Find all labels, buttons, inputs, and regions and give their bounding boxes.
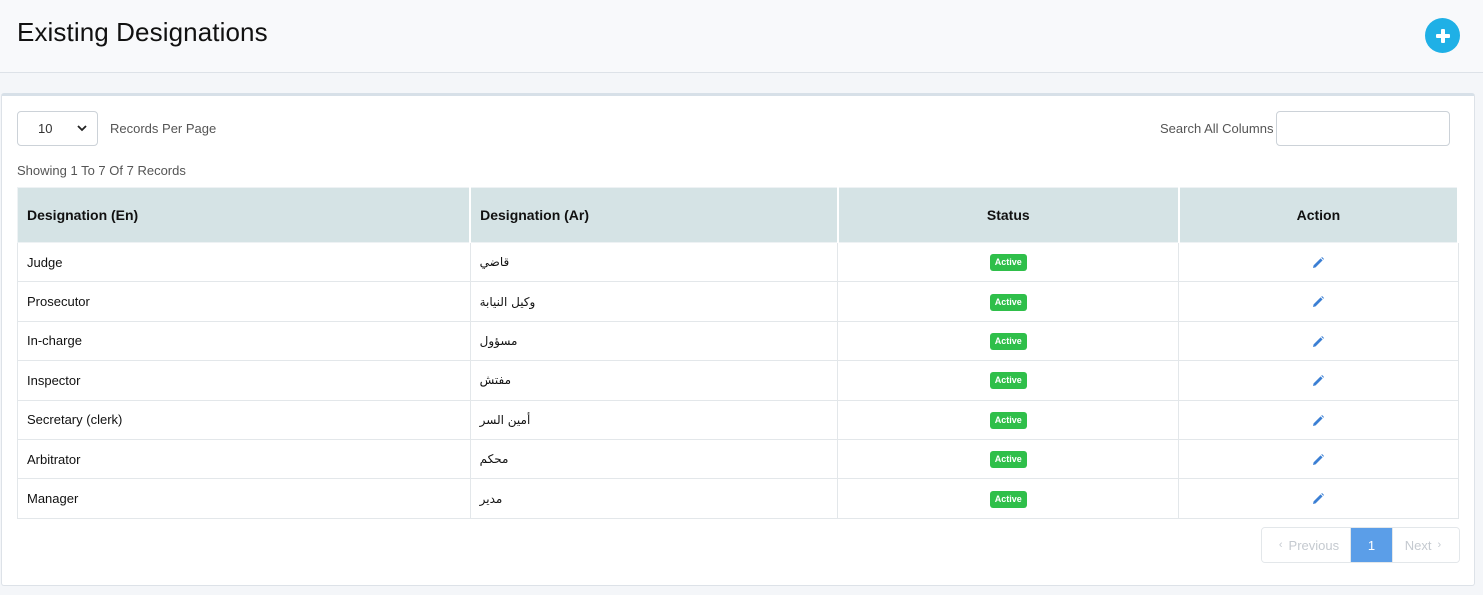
status-cell: Active xyxy=(837,320,1180,362)
table-row: In-charge مسؤول Active xyxy=(17,320,1459,362)
status-badge: Active xyxy=(989,293,1027,311)
table-row: Arbitrator محكم Active xyxy=(17,438,1459,480)
status-cell: Active xyxy=(837,360,1180,401)
designation-en-cell: Arbitrator xyxy=(17,438,471,480)
pencil-icon[interactable] xyxy=(1311,335,1325,349)
status-cell: Active xyxy=(837,399,1180,440)
designation-en-cell: In-charge xyxy=(17,320,471,362)
page-header: Existing Designations xyxy=(0,0,1483,73)
table-row: Judge قاضي Active xyxy=(17,241,1459,283)
pencil-icon[interactable] xyxy=(1311,374,1325,388)
designation-en-cell: Secretary (clerk) xyxy=(17,399,471,440)
previous-label: Previous xyxy=(1288,537,1340,553)
designation-ar-text: مسؤول xyxy=(479,333,518,348)
action-cell xyxy=(1178,241,1459,283)
designation-en-cell: Judge xyxy=(17,241,471,283)
status-cell: Active xyxy=(837,478,1180,519)
pencil-icon[interactable] xyxy=(1311,492,1325,506)
status-cell: Active xyxy=(837,438,1180,480)
column-header-status[interactable]: Status xyxy=(837,187,1180,243)
action-cell xyxy=(1178,360,1459,401)
status-badge: Active xyxy=(989,254,1027,272)
records-per-page-value: 10 xyxy=(38,121,53,136)
status-badge: Active xyxy=(989,490,1027,508)
designation-ar-cell: قاضي xyxy=(469,241,839,283)
action-cell xyxy=(1178,399,1459,440)
table-row: Secretary (clerk) أمين السر Active xyxy=(17,399,1459,440)
designation-ar-text: أمين السر xyxy=(479,412,531,427)
designation-ar-text: مدير xyxy=(479,491,503,506)
designation-ar-cell: مفتش xyxy=(469,360,839,401)
action-cell xyxy=(1178,478,1459,519)
records-per-page-select[interactable]: 10 xyxy=(17,111,98,146)
records-per-page-label: Records Per Page xyxy=(110,121,217,136)
chevron-down-icon xyxy=(77,125,87,132)
add-designation-button[interactable] xyxy=(1425,18,1460,53)
status-cell: Active xyxy=(837,281,1180,322)
designation-ar-cell: مسؤول xyxy=(469,320,839,362)
search-input[interactable] xyxy=(1276,111,1450,146)
status-badge: Active xyxy=(989,372,1027,390)
next-label: Next xyxy=(1404,537,1432,553)
designation-ar-text: محكم xyxy=(479,452,509,467)
plus-circle-icon xyxy=(1435,28,1450,43)
designations-card: 10 Records Per Page Search All Columns S… xyxy=(1,93,1475,586)
designation-en-cell: Prosecutor xyxy=(17,281,471,322)
page-1-button[interactable]: 1 xyxy=(1351,528,1392,562)
previous-page-button[interactable]: ‹ Previous xyxy=(1262,528,1351,562)
designation-en-cell: Inspector xyxy=(17,360,471,401)
designation-ar-text: مفتش xyxy=(479,373,512,388)
chevron-right-icon: › xyxy=(1437,539,1442,551)
status-badge: Active xyxy=(989,451,1027,469)
designations-table: Designation (En) Designation (Ar) Status… xyxy=(17,187,1460,519)
designation-ar-text: قاضي xyxy=(479,255,510,270)
search-label: Search All Columns xyxy=(1160,121,1274,136)
status-badge: Active xyxy=(989,332,1027,350)
column-header-designation-ar[interactable]: Designation (Ar) xyxy=(469,187,839,243)
designation-ar-text: وكيل النيابة xyxy=(479,294,536,309)
status-cell: Active xyxy=(837,241,1180,283)
records-info: Showing 1 To 7 Of 7 Records xyxy=(17,163,186,178)
table-header-row: Designation (En) Designation (Ar) Status… xyxy=(17,187,1460,243)
action-cell xyxy=(1178,281,1459,322)
designation-ar-cell: مدير xyxy=(469,478,839,519)
status-badge: Active xyxy=(989,411,1027,429)
column-header-action: Action xyxy=(1178,187,1460,243)
designation-ar-cell: محكم xyxy=(469,438,839,480)
table-row: Prosecutor وكيل النيابة Active xyxy=(17,281,1459,322)
designation-ar-cell: وكيل النيابة xyxy=(469,281,839,322)
action-cell xyxy=(1178,320,1459,362)
pencil-icon[interactable] xyxy=(1311,256,1325,270)
pencil-icon[interactable] xyxy=(1311,414,1325,428)
next-page-button[interactable]: Next › xyxy=(1392,528,1459,562)
designation-ar-cell: أمين السر xyxy=(469,399,839,440)
designation-en-cell: Manager xyxy=(17,478,471,519)
page-title: Existing Designations xyxy=(17,17,268,47)
table-row: Manager مدير Active xyxy=(17,478,1459,519)
pencil-icon[interactable] xyxy=(1311,295,1325,309)
pencil-icon[interactable] xyxy=(1311,453,1325,467)
table-row: Inspector مفتش Active xyxy=(17,360,1459,401)
chevron-left-icon: ‹ xyxy=(1278,539,1283,551)
action-cell xyxy=(1178,438,1459,480)
pagination: ‹ Previous 1 Next › xyxy=(1261,527,1460,563)
column-header-designation-en[interactable]: Designation (En) xyxy=(17,187,472,243)
